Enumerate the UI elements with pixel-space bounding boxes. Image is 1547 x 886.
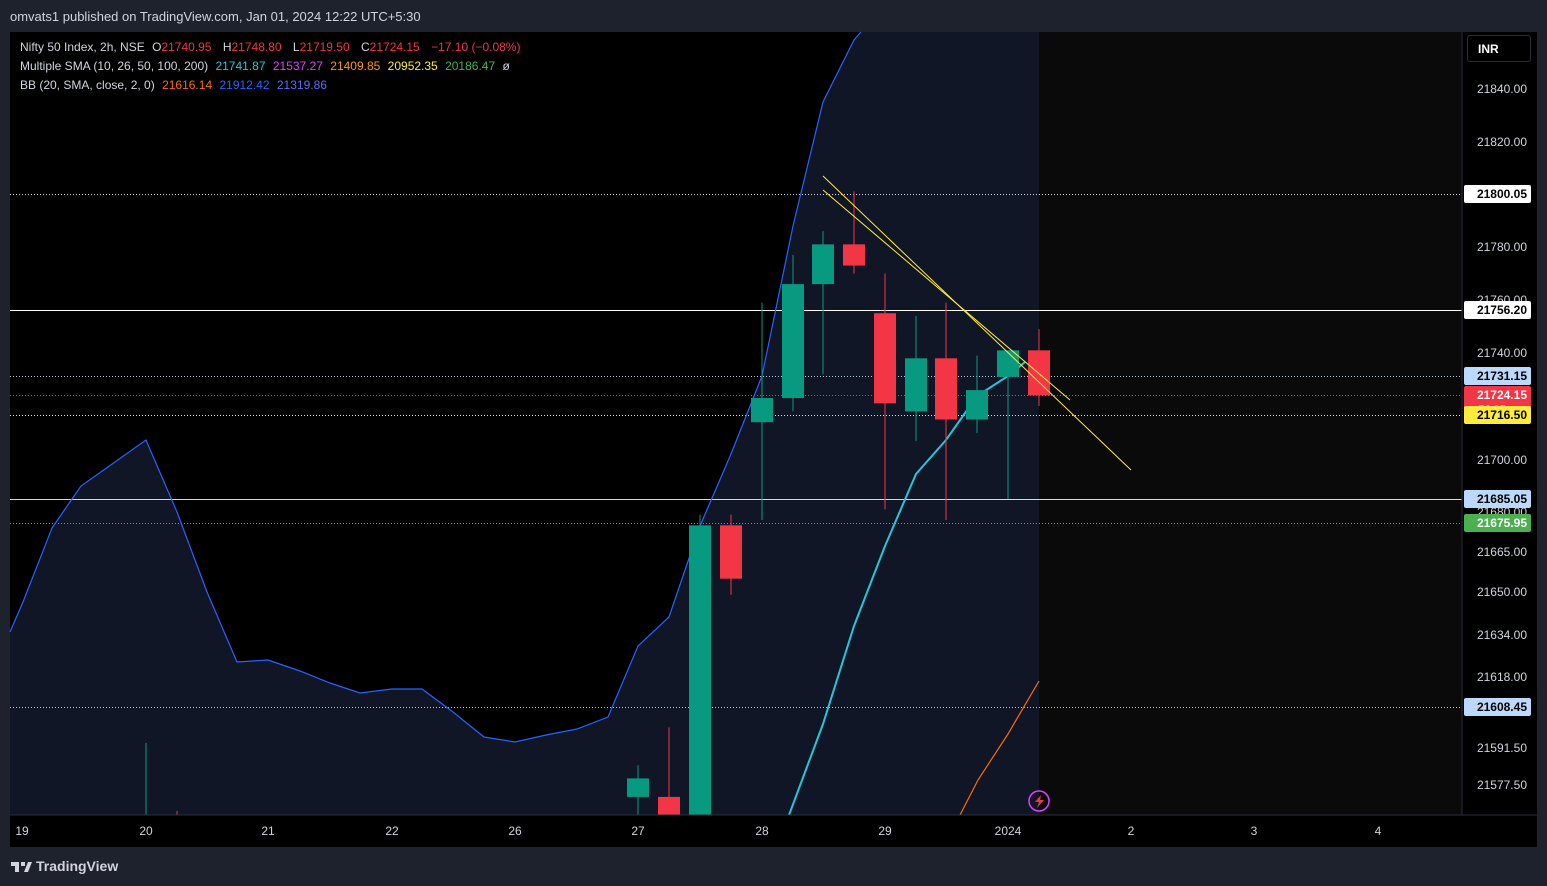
sma-label[interactable]: Multiple SMA (10, 26, 50, 100, 200) xyxy=(20,59,208,73)
currency-button[interactable]: INR xyxy=(1467,35,1531,62)
bb-basis-value: 21616.14 xyxy=(162,78,213,92)
level-label-2: 21731.15 xyxy=(1477,369,1527,383)
level-label-3: 21724.15 xyxy=(1477,388,1527,402)
y-tick-label-15: 21577.50 xyxy=(1477,778,1527,792)
candle-body-13 xyxy=(1028,350,1050,396)
chart-svg[interactable]: 21840.0021820.0021800.0021780.0021760.00… xyxy=(0,0,1547,886)
high-value: 21748.80 xyxy=(231,40,282,54)
x-tick-label-9: 2 xyxy=(1128,824,1135,838)
change-value: −17.10 (−0.08%) xyxy=(431,40,521,54)
legend-ohlc: Nifty 50 Index, 2h, NSE O21740.95 H21748… xyxy=(20,40,524,54)
x-tick-label-1: 20 xyxy=(139,824,153,838)
sma50-value: 21409.85 xyxy=(330,59,381,73)
x-tick-label-0: 19 xyxy=(15,824,29,838)
sma200-value: 20186.47 xyxy=(445,59,496,73)
legend-sma: Multiple SMA (10, 26, 50, 100, 200) 2174… xyxy=(20,59,514,73)
level-label-6: 21675.95 xyxy=(1477,516,1527,530)
h-label: H xyxy=(222,40,232,54)
sma-more: ø xyxy=(502,59,510,73)
footer-brand: TradingView xyxy=(10,858,118,874)
y-tick-label-10: 21650.00 xyxy=(1477,585,1527,599)
x-tick-label-8: 2024 xyxy=(995,824,1022,838)
sma100-value: 20952.35 xyxy=(387,59,438,73)
level-label-1: 21756.20 xyxy=(1477,303,1527,317)
x-tick-label-7: 29 xyxy=(878,824,892,838)
x-tick-label-4: 26 xyxy=(508,824,522,838)
bb-upper-value: 21912.42 xyxy=(219,78,270,92)
y-tick-label-0: 21840.00 xyxy=(1477,82,1527,96)
time-axis-bg xyxy=(10,815,1537,847)
level-label-0: 21800.05 xyxy=(1477,187,1527,201)
candle-body-10 xyxy=(935,358,957,420)
candle-body-9 xyxy=(905,358,927,412)
y-tick-label-14: 21591.50 xyxy=(1477,741,1527,755)
candle-body-2 xyxy=(689,525,711,815)
candle-body-3 xyxy=(720,525,742,579)
candle-body-6 xyxy=(812,244,834,285)
sma26-value: 21537.27 xyxy=(272,59,323,73)
candle-body-8 xyxy=(874,313,896,404)
tradingview-logo-icon xyxy=(10,858,32,874)
candle-body-11 xyxy=(966,390,988,420)
y-tick-label-12: 21618.00 xyxy=(1477,670,1527,684)
x-tick-label-11: 4 xyxy=(1375,824,1382,838)
x-tick-label-2: 21 xyxy=(261,824,275,838)
x-tick-label-6: 28 xyxy=(755,824,769,838)
sma10-value: 21741.87 xyxy=(215,59,266,73)
future-area xyxy=(1039,32,1462,815)
y-tick-label-7: 21700.00 xyxy=(1477,453,1527,467)
x-tick-label-10: 3 xyxy=(1251,824,1258,838)
legend-symbol[interactable]: Nifty 50 Index, 2h, NSE xyxy=(20,40,145,54)
l-label: L xyxy=(292,40,300,54)
y-tick-label-5: 21740.00 xyxy=(1477,346,1527,360)
candle-body-5 xyxy=(782,284,804,399)
legend-bb: BB (20, SMA, close, 2, 0) 21616.14 21912… xyxy=(20,78,331,92)
candle-body-7 xyxy=(843,244,865,266)
level-label-7: 21608.45 xyxy=(1477,700,1527,714)
level-label-4: 21716.50 xyxy=(1477,408,1527,422)
y-tick-label-1: 21820.00 xyxy=(1477,135,1527,149)
candle-body-0 xyxy=(627,778,649,797)
bb-label[interactable]: BB (20, SMA, close, 2, 0) xyxy=(20,78,155,92)
c-label: C xyxy=(361,40,370,54)
low-value: 21719.50 xyxy=(299,40,350,54)
candle-body-4 xyxy=(751,398,773,423)
y-tick-label-9: 21665.00 xyxy=(1477,545,1527,559)
close-value: 21724.15 xyxy=(369,40,420,54)
x-tick-label-5: 27 xyxy=(631,824,645,838)
open-value: 21740.95 xyxy=(161,40,212,54)
y-tick-label-3: 21780.00 xyxy=(1477,240,1527,254)
x-tick-label-3: 22 xyxy=(385,824,399,838)
bb-lower-value: 21319.86 xyxy=(276,78,327,92)
y-tick-label-11: 21634.00 xyxy=(1477,628,1527,642)
candle-body-1 xyxy=(658,796,680,815)
level-label-5: 21685.05 xyxy=(1477,492,1527,506)
brand-name: TradingView xyxy=(36,858,119,874)
